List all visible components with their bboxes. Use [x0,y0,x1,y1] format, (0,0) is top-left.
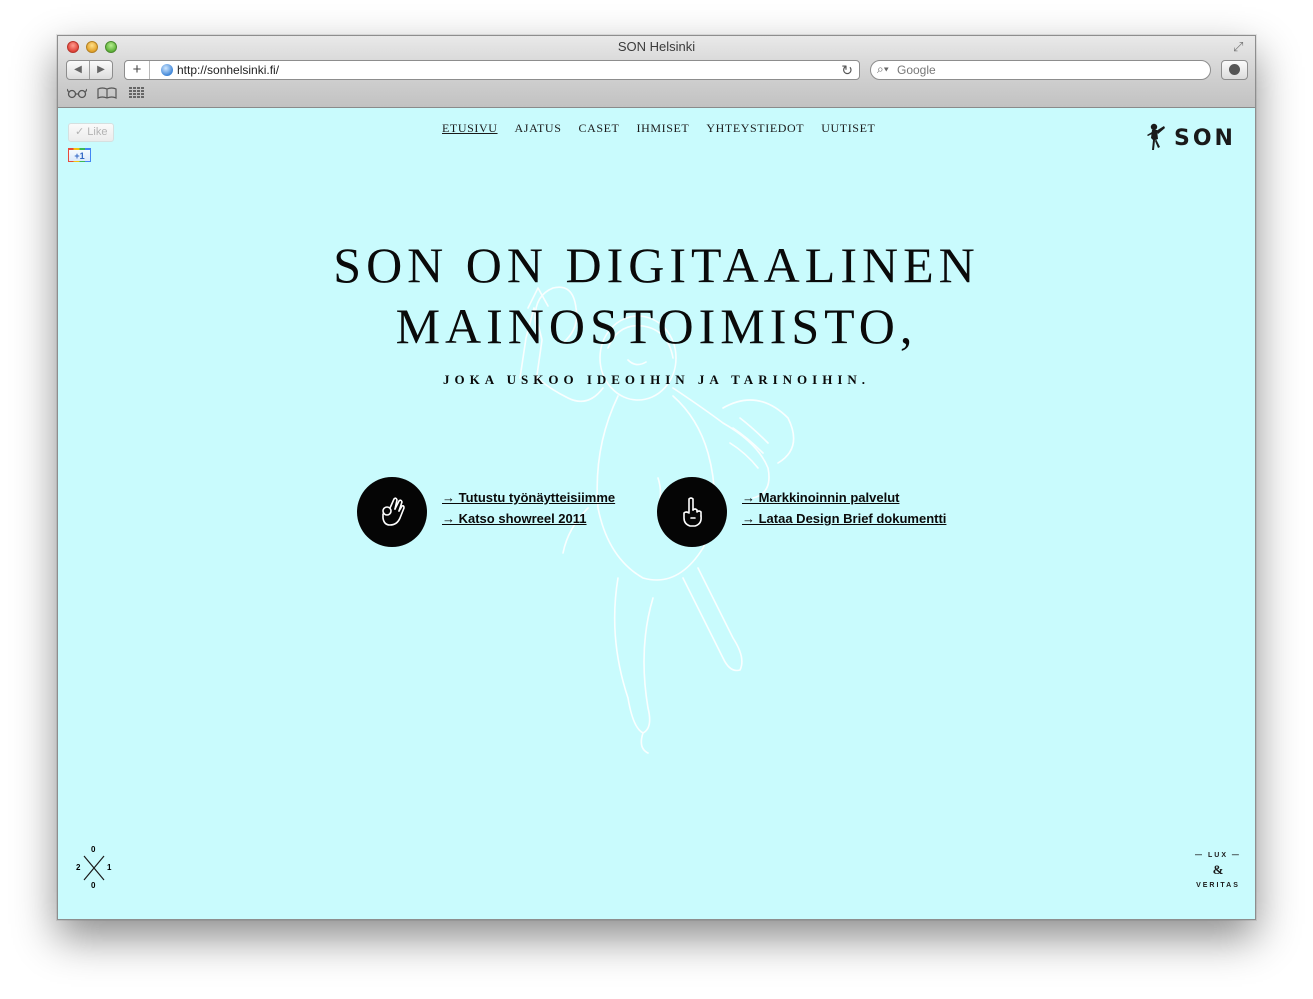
facebook-like-button[interactable]: ✓ Like [68,123,114,142]
nav-item-ajatus[interactable]: AJATUS [515,121,562,136]
downloads-button[interactable] [1221,60,1248,80]
link-marketing-services[interactable]: → Markkinoinnin palvelut [742,490,899,505]
like-label: Like [87,126,108,138]
year-mark-2010: 0 2 1 0 [74,845,114,890]
url-field[interactable]: http://sonhelsinki.fi/ [177,63,279,77]
link-work-samples[interactable]: → Tutustu työnäytteisiimme [442,490,615,505]
nav-item-caset[interactable]: CASET [578,121,619,136]
hero-subline: JOKA USKOO IDEOIHIN JA TARINOIHIN. [442,372,871,387]
link-showreel[interactable]: → Katso showreel 2011 [442,511,587,526]
back-forward-buttons: ◀ ▶ [66,60,113,80]
nav-item-etusivu[interactable]: ETUSIVU [442,121,498,136]
back-button[interactable]: ◀ [67,61,90,79]
bookmarks-icon[interactable] [97,87,117,102]
reload-icon[interactable]: ↻ [841,62,853,79]
nav-item-ihmiset[interactable]: IHMISET [637,121,690,136]
search-placeholder: Google [897,63,936,77]
year-mark-bottom: 0 [91,881,96,890]
main-navigation: ETUSIVU AJATUS CASET IHMISET YHTEYSTIEDO… [442,121,875,136]
fullscreen-icon[interactable]: ⤢ [1233,40,1247,54]
search-icon: ⌕▾ [877,62,889,76]
lux-veritas-mark: — LUX — & VERITAS [1188,852,1248,889]
motto-middle: & [1212,862,1224,877]
nav-item-uutiset[interactable]: UUTISET [821,121,875,136]
headline-line-1: SON ON DIGITAALINEN [333,237,980,293]
hero-headline: SON ON DIGITAALINEN MAINOSTOIMISTO, [58,235,1255,357]
search-field[interactable]: ⌕▾ Google [870,60,1211,80]
browser-window: SON Helsinki ⤢ ◀ ▶ + http://sonhelsinki.… [57,35,1256,920]
motto-top: — LUX — [1195,852,1241,859]
web-page: ✓ Like +1 ETUSIVU AJATUS CASET IHMISET Y… [58,108,1255,919]
son-logo[interactable]: SON [1146,123,1236,153]
reading-list-icon[interactable] [66,87,88,102]
google-plusone-button[interactable]: +1 [68,148,91,162]
year-mark-right: 1 [107,863,112,872]
cherub-logo-icon [1147,123,1165,150]
pointing-finger-icon[interactable] [657,477,727,547]
year-mark-left: 2 [76,863,81,872]
logo-text: SON [1174,125,1236,151]
year-mark-top: 0 [91,845,96,854]
headline-line-2: MAINOSTOIMISTO, [395,298,918,354]
forward-button[interactable]: ▶ [90,61,112,79]
address-bar[interactable]: + http://sonhelsinki.fi/ ↻ [124,60,860,80]
add-bookmark-button[interactable]: + [125,61,150,79]
browser-toolbar: SON Helsinki ⤢ ◀ ▶ + http://sonhelsinki.… [58,36,1255,108]
download-icon [1229,64,1240,75]
motto-bottom: VERITAS [1196,882,1240,889]
globe-icon [161,64,173,76]
top-sites-icon[interactable] [129,87,145,102]
window-title: SON Helsinki [617,39,696,54]
nav-item-yhteystiedot[interactable]: YHTEYSTIEDOT [706,121,804,136]
ok-hand-icon[interactable] [357,477,427,547]
link-design-brief[interactable]: → Lataa Design Brief dokumentti [742,511,946,526]
